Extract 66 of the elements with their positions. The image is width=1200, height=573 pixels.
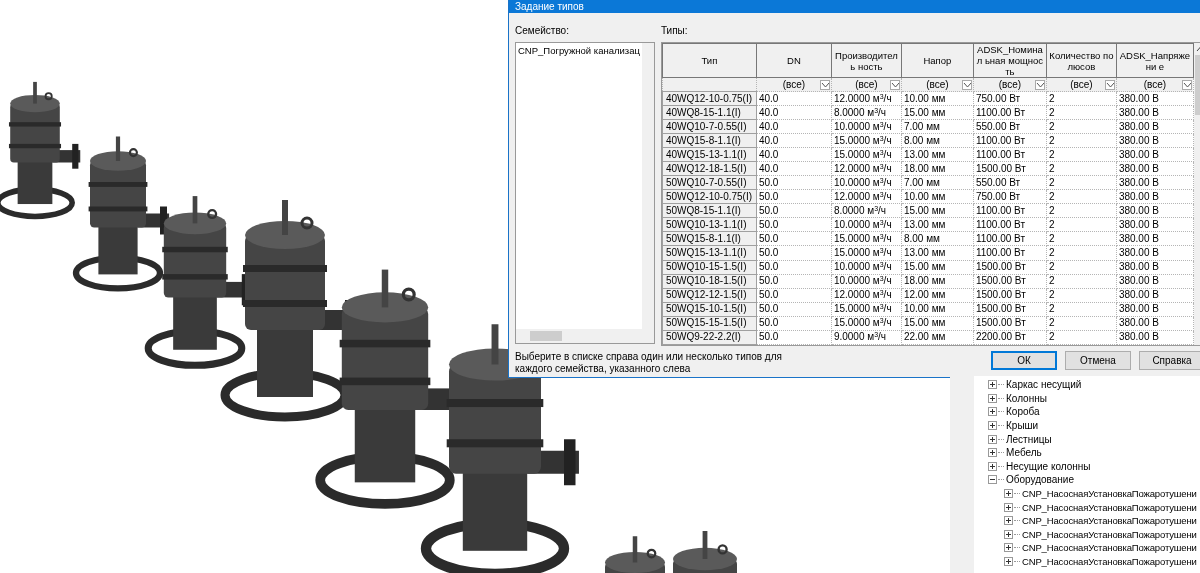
window-title: Задание типов [515,1,584,13]
dialog-button[interactable]: ОК [991,351,1057,370]
expand-icon[interactable] [1004,489,1013,499]
expand-icon[interactable] [1004,543,1013,553]
tree-item[interactable]: Колонны [1006,392,1047,404]
field-label: Семейство: [515,25,570,37]
hint-text: Выберите в списке справа один или несколько типов для каждого семейства, указанного слева [515,351,783,375]
expand-icon[interactable] [988,393,997,403]
table-cell: 50.0 [756,274,832,289]
expand-icon[interactable] [1004,529,1013,539]
pump-drawing [673,531,737,573]
column-header[interactable]: ADSK_Напряжени е [1116,43,1194,78]
column-header[interactable]: Тип [662,43,757,78]
column-header[interactable]: Производитель ность [831,43,902,78]
table-cell: 1500.00 Вт [973,288,1047,303]
table-cell: 2200.00 Вт [973,330,1047,345]
tree-item[interactable]: CNP_НасоснаяУстановкаПожаротушени [1022,501,1197,513]
tree-item[interactable]: Крыши [1006,420,1039,432]
column-header[interactable]: DN [756,43,832,78]
horizontal-scrollbar[interactable] [516,329,654,343]
table-cell: 380.00 В [1116,274,1194,289]
tree-item[interactable]: Несущие колонны [1006,460,1091,472]
expand-icon[interactable] [988,407,997,417]
table-cell: 1500.00 Вт [973,316,1047,331]
tree-item[interactable]: CNP_НасоснаяУстановкаПожаротушени [1022,542,1197,554]
expand-icon[interactable] [988,421,997,431]
expand-icon[interactable] [988,461,997,471]
tree-item[interactable]: Оборудование [1006,474,1074,486]
column-header[interactable]: Количество полюсов [1046,43,1117,78]
table-cell: 380.00 В [1116,260,1194,275]
expand-icon[interactable] [1004,557,1013,566]
table-cell: 380.00 В [1116,302,1194,317]
tree-item[interactable]: CNP_НасоснаяУстановкаПожаротушени [1022,488,1197,500]
table-cell: 380.00 В [1116,316,1194,331]
dialog-button[interactable]: Отмена [1065,351,1131,370]
expand-icon[interactable] [1004,516,1013,526]
expand-icon[interactable] [1004,502,1013,512]
tree-item[interactable]: Лестницы [1006,433,1052,445]
expand-icon[interactable] [988,380,997,390]
scroll-thumb[interactable] [530,331,562,341]
vertical-scrollbar[interactable] [641,43,654,329]
tree-item[interactable]: CNP_НасоснаяУстановкаПожаротушени [1022,556,1197,567]
table-cell: 50.0 [756,302,832,317]
table-cell: 1500.00 Вт [973,260,1047,275]
table-cell: 50.0 [756,260,832,275]
dialog-button[interactable]: Справка [1139,351,1200,370]
table-cell: 380.00 В [1116,330,1194,345]
column-header[interactable]: Напор [901,43,974,78]
tree-item[interactable]: CNP_НасоснаяУстановкаПожаротушени [1022,515,1197,527]
collapse-icon[interactable] [988,475,997,485]
table-cell: 1500.00 Вт [973,274,1047,289]
tree-item[interactable]: Каркас несущий [1006,379,1082,391]
expand-icon[interactable] [988,448,997,458]
tree-item[interactable]: Короба [1006,406,1040,418]
tree-item[interactable]: CNP_НасоснаяУстановкаПожаротушени [1022,528,1197,540]
field-label: Типы: [660,25,689,37]
expand-icon[interactable] [988,434,997,444]
table-cell: 50.0 [756,288,832,303]
list-item[interactable]: CNP_Погружной канализац [518,45,640,57]
table-cell: 1500.00 Вт [973,302,1047,317]
table-cell: 50.0 [756,330,832,345]
row-header[interactable]: 40WQ12-10-0.75(I) [662,91,757,106]
table-cell: 380.00 В [1116,288,1194,303]
table-cell: 50.0 [756,316,832,331]
column-header[interactable]: ADSK_Номинал ьная мощность [973,43,1047,78]
tree-item[interactable]: Мебель [1006,447,1042,459]
